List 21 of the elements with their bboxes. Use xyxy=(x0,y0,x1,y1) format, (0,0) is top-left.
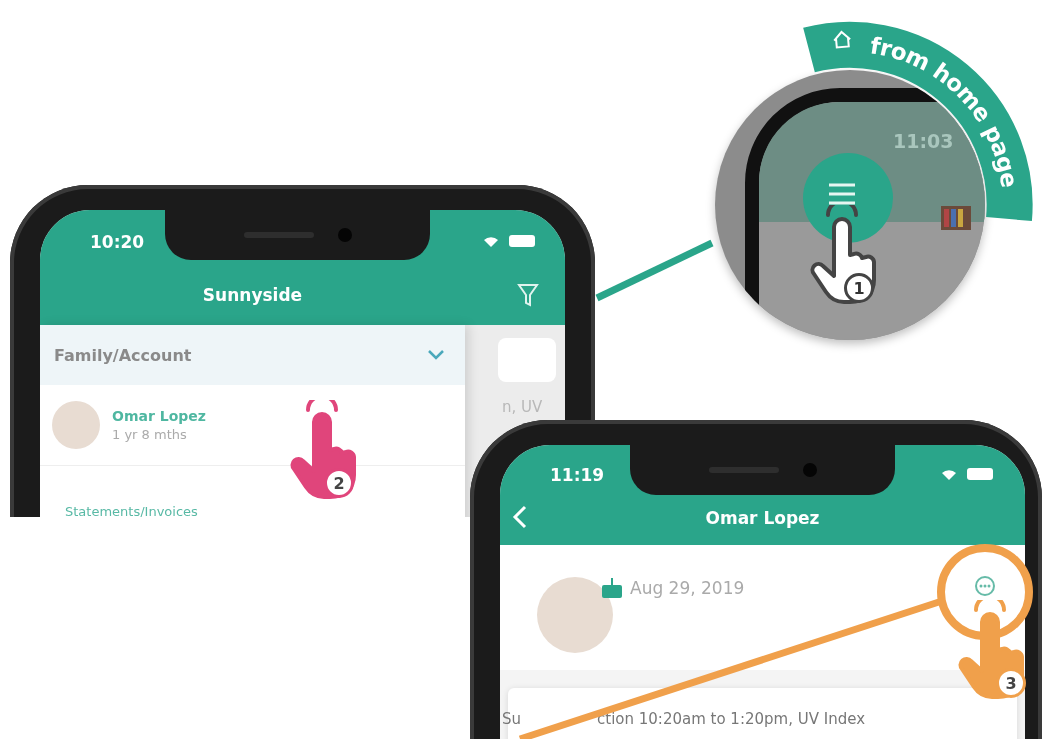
note-text: Su xyxy=(502,710,522,728)
status-time: 10:20 xyxy=(90,232,145,252)
screen-title: Omar Lopez xyxy=(704,508,821,528)
filter-icon[interactable] xyxy=(517,282,539,308)
cake-icon xyxy=(600,577,624,599)
battery-icon xyxy=(509,235,535,247)
note-text: ction 10:20am to 1:20pm, UV Index xyxy=(597,710,866,728)
more-icon[interactable] xyxy=(974,575,996,597)
status-time: 11:19 xyxy=(550,465,605,485)
section-header[interactable]: Family/Account xyxy=(40,325,465,385)
screen-title: Sunnyside xyxy=(201,285,304,305)
section-label: Family/Account xyxy=(54,345,192,365)
menu-item[interactable]: Statements/Invoices xyxy=(65,504,198,517)
back-icon[interactable] xyxy=(512,505,528,529)
home-icon xyxy=(833,30,852,49)
battery-icon xyxy=(967,468,993,480)
child-name: Omar Lopez xyxy=(112,408,206,424)
child-age: 1 yr 8 mths xyxy=(112,427,188,442)
avatar-photo xyxy=(52,401,100,449)
birthday-date: Aug 29, 2019 xyxy=(630,578,745,598)
status-time: 11:03 xyxy=(893,130,954,152)
